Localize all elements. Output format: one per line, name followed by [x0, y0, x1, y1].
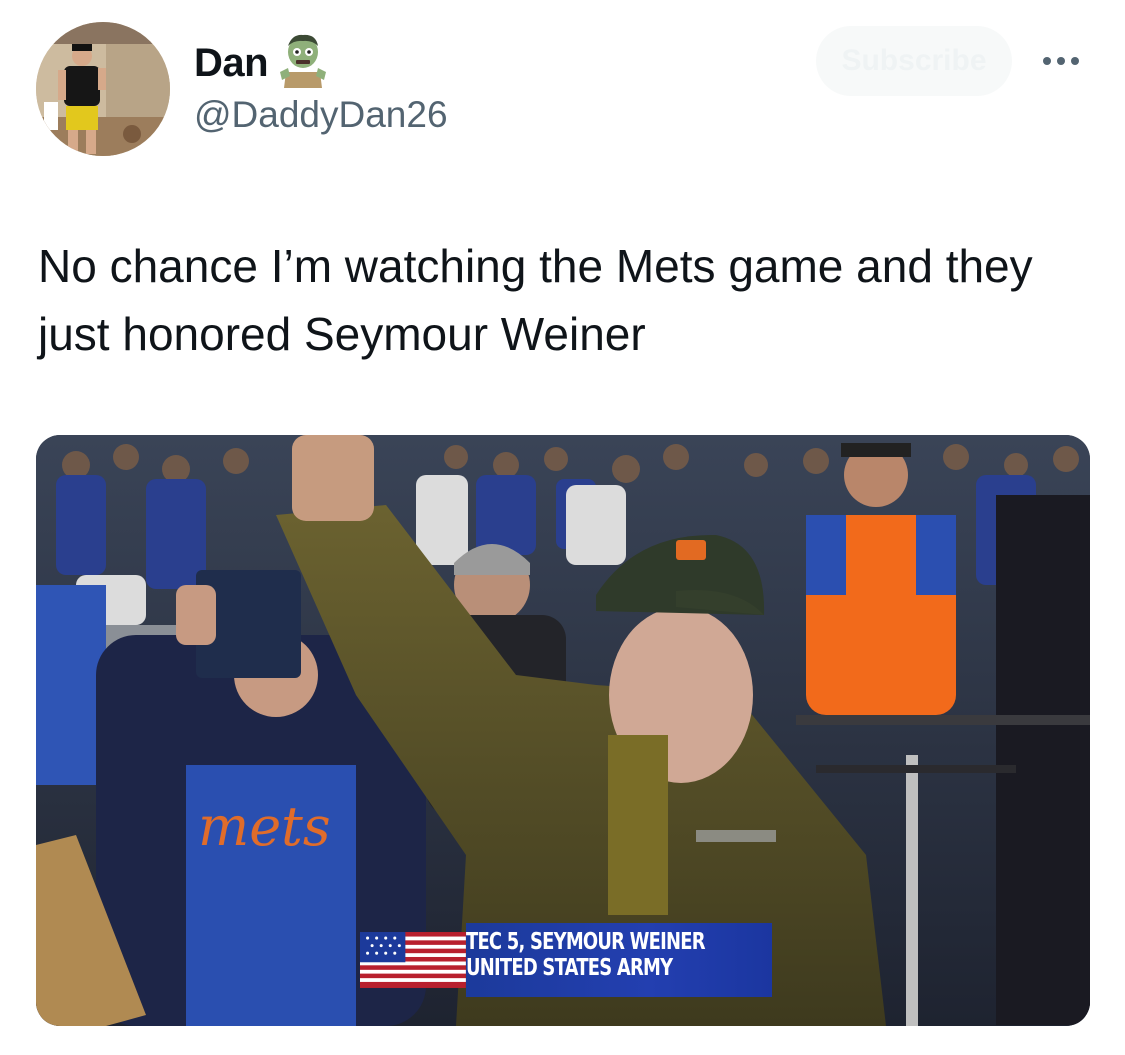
author-handle[interactable]: @DaddyDan26: [194, 96, 448, 133]
more-horizontal-icon: [1043, 57, 1051, 65]
subscribe-button[interactable]: Subscribe: [816, 26, 1012, 96]
avatar[interactable]: [36, 22, 170, 156]
more-horizontal-icon-dot: [1071, 57, 1079, 65]
caption-branch: UNITED STATES ARMY: [465, 955, 673, 981]
more-options-button[interactable]: [1036, 46, 1086, 76]
zombie-icon: [278, 32, 328, 93]
caption-name: TEC 5, SEYMOUR WEINER: [465, 929, 706, 955]
jersey-text: mets: [198, 795, 331, 858]
us-flag-icon: [360, 932, 466, 988]
more-horizontal-icon-dot: [1057, 57, 1065, 65]
caption-box: TEC 5, SEYMOUR WEINER UNITED STATES ARMY: [465, 923, 772, 997]
display-name[interactable]: Dan: [194, 43, 269, 83]
broadcast-lower-third: TEC 5, SEYMOUR WEINER UNITED STATES ARMY: [360, 923, 772, 997]
author-name-row[interactable]: Dan: [194, 32, 328, 93]
tweet-media-image[interactable]: mets TEC 5, SEYMOUR WEINER UNITED STATES…: [36, 435, 1090, 1026]
tweet-text: No chance I’m watching the Mets game and…: [38, 240, 1033, 360]
